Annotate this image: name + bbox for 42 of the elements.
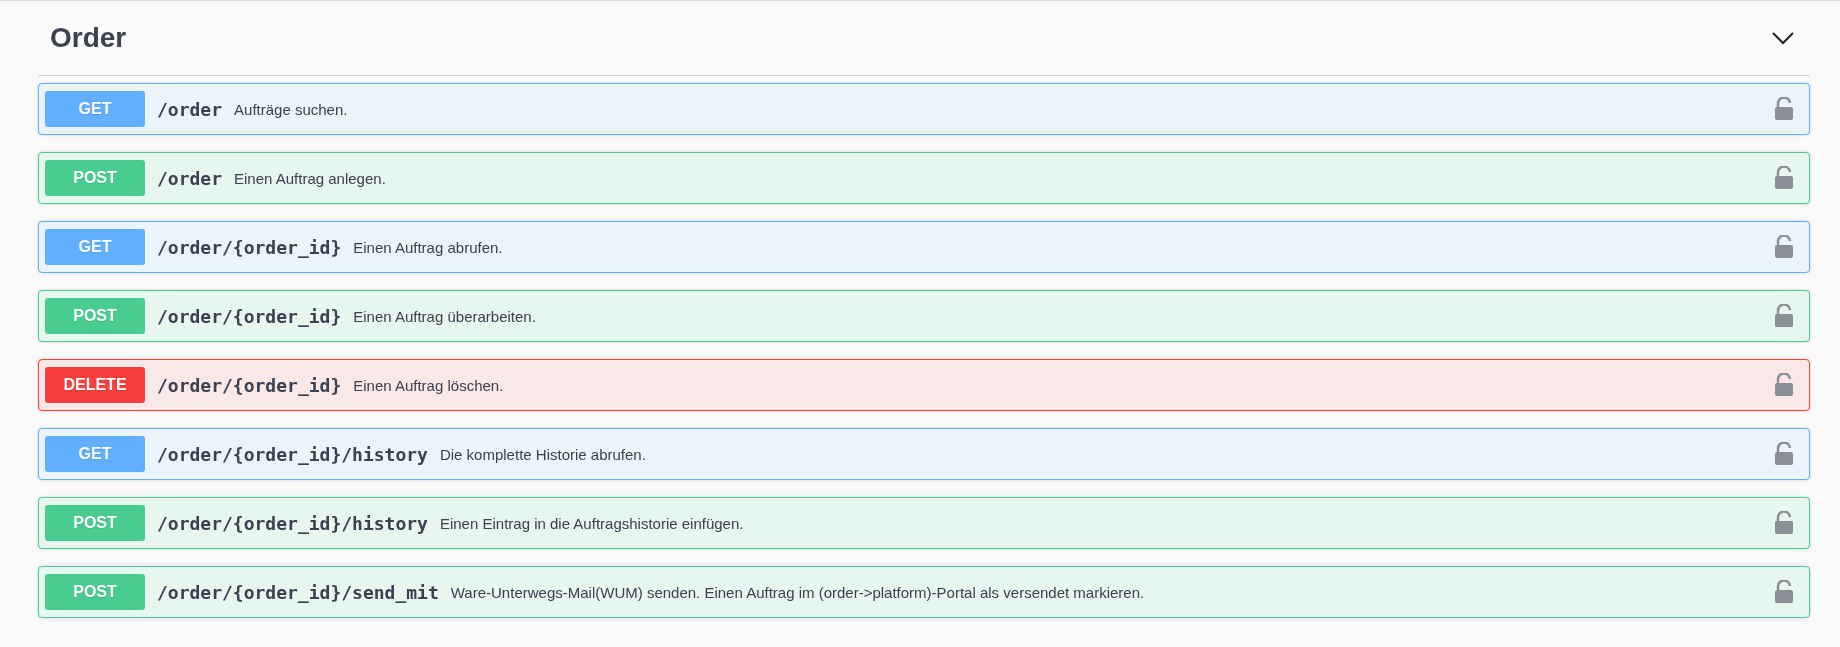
operation-row[interactable]: GET /order/{order_id}/history Die komplette Historie abrufen. — [38, 428, 1810, 480]
endpoint-path: /order — [157, 98, 223, 120]
endpoint-summary: Einen Auftrag überarbeiten. — [353, 307, 537, 325]
lock-icon[interactable] — [1773, 235, 1795, 259]
operation-row[interactable]: GET /order/{order_id} Einen Auftrag abrufen. — [38, 221, 1810, 273]
endpoint-path: /order/{order_id} — [157, 305, 342, 327]
endpoint-summary: Aufträge suchen. — [234, 100, 349, 118]
operation-row[interactable]: POST /order/{order_id}/send_mit Ware-Unterwegs-Mail(WUM) senden. Einen Auftrag im (order->platform)-Portal als versendet markieren. — [38, 566, 1810, 618]
endpoint-summary: Einen Auftrag anlegen. — [234, 169, 387, 187]
method-label: DELETE — [45, 367, 145, 403]
endpoint-path: /order/{order_id}/history — [157, 512, 428, 534]
method-label: GET — [45, 436, 145, 472]
endpoint-summary: Einen Auftrag abrufen. — [353, 238, 504, 256]
method-label: GET — [45, 229, 145, 265]
lock-icon[interactable] — [1773, 166, 1795, 190]
section-title: Order — [50, 22, 127, 54]
lock-icon[interactable] — [1773, 580, 1795, 604]
endpoint-path: /order — [157, 167, 223, 189]
method-label: GET — [45, 91, 145, 127]
endpoint-path: /order/{order_id}/send_mit — [157, 581, 439, 603]
lock-icon[interactable] — [1773, 304, 1795, 328]
endpoint-summary: Einen Eintrag in die Auftragshistorie einfügen. — [439, 514, 745, 532]
operation-row[interactable]: GET /order Aufträge suchen. — [38, 83, 1810, 135]
lock-icon[interactable] — [1773, 511, 1795, 535]
endpoint-path: /order/{order_id}/history — [157, 443, 428, 465]
method-label: POST — [45, 298, 145, 334]
endpoint-path: /order/{order_id} — [157, 374, 342, 396]
method-label: POST — [45, 505, 145, 541]
operation-row[interactable]: POST /order Einen Auftrag anlegen. — [38, 152, 1810, 204]
lock-icon[interactable] — [1773, 442, 1795, 466]
lock-icon[interactable] — [1773, 373, 1795, 397]
operation-row[interactable]: DELETE /order/{order_id} Einen Auftrag löschen. — [38, 359, 1810, 411]
endpoint-summary: Einen Auftrag löschen. — [353, 376, 505, 394]
method-label: POST — [45, 160, 145, 196]
endpoint-summary: Die komplette Historie abrufen. — [439, 445, 647, 463]
operation-row[interactable]: POST /order/{order_id} Einen Auftrag überarbeiten. — [38, 290, 1810, 342]
operation-row[interactable]: POST /order/{order_id}/history Einen Eintrag in die Auftragshistorie einfügen. — [38, 497, 1810, 549]
method-label: POST — [45, 574, 145, 610]
lock-icon[interactable] — [1773, 97, 1795, 121]
chevron-icon — [1772, 31, 1794, 45]
endpoint-summary: Ware-Unterwegs-Mail(WUM) senden. Einen Auftrag im (order->platform)-Portal als versendet markieren. — [450, 583, 1146, 601]
endpoint-path: /order/{order_id} — [157, 236, 342, 258]
